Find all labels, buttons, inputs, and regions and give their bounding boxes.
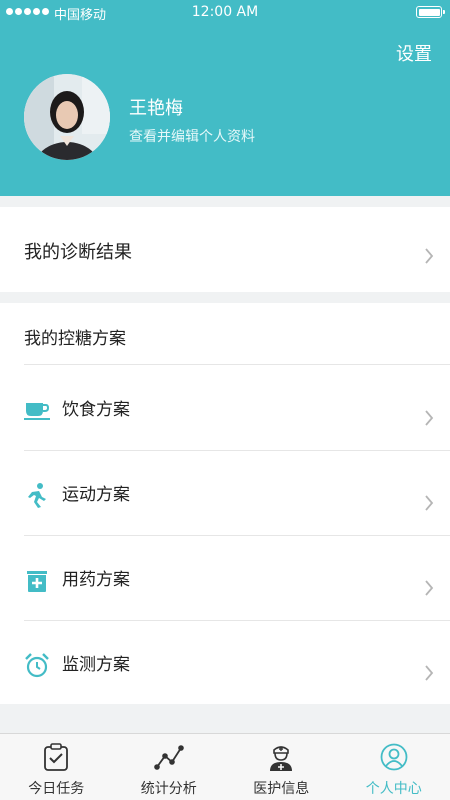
tab-medical-info[interactable]: 医护信息 <box>225 734 338 800</box>
plan-section-title: 我的控糖方案 <box>24 329 126 349</box>
profile-header: 中国移动 12:00 AM 设置 王艳梅 查看并编辑个人资料 <box>0 0 450 196</box>
diagnosis-card[interactable]: 我的诊断结果 <box>0 207 450 292</box>
tab-personal-center[interactable]: 个人中心 <box>338 734 450 800</box>
clipboard-check-icon <box>44 743 69 771</box>
plan-item-label: 饮食方案 <box>62 400 130 420</box>
plan-item-monitoring[interactable]: 监测方案 <box>0 620 450 705</box>
tab-label: 医护信息 <box>253 781 310 797</box>
running-icon <box>28 483 46 508</box>
nurse-icon <box>270 746 293 771</box>
tab-label: 个人中心 <box>365 781 422 797</box>
tab-today-tasks[interactable]: 今日任务 <box>0 734 113 800</box>
plan-item-diet[interactable]: 饮食方案 <box>0 365 450 450</box>
edit-profile-link[interactable]: 查看并编辑个人资料 <box>129 126 255 146</box>
plan-item-label: 监测方案 <box>62 655 130 675</box>
status-bar: 中国移动 12:00 AM <box>0 0 450 24</box>
chevron-right-icon <box>425 495 434 511</box>
tab-label: 今日任务 <box>28 781 85 797</box>
plan-item-label: 用药方案 <box>62 570 130 590</box>
line-chart-icon <box>153 745 184 770</box>
battery-icon <box>416 6 445 18</box>
alarm-clock-icon <box>25 653 49 678</box>
chevron-right-icon <box>425 665 434 681</box>
chevron-right-icon <box>425 248 434 264</box>
avatar[interactable] <box>24 74 110 160</box>
settings-button[interactable]: 设置 <box>396 40 432 66</box>
glucose-plan-card: 我的控糖方案 饮食方案 运动方案 用药方案 监测方案 <box>0 303 450 704</box>
plan-item-medicine[interactable]: 用药方案 <box>0 535 450 620</box>
avatar-photo <box>24 74 110 160</box>
status-time: 12:00 AM <box>191 4 259 20</box>
bottom-tab-bar: 今日任务 统计分析 医护信息 个人中心 <box>0 733 450 800</box>
user-circle-icon <box>380 743 408 771</box>
profile-name[interactable]: 王艳梅 <box>129 94 183 120</box>
chevron-right-icon <box>425 410 434 426</box>
coffee-cup-icon <box>24 403 50 420</box>
chevron-right-icon <box>425 580 434 596</box>
medicine-icon <box>27 571 47 592</box>
tab-label: 统计分析 <box>140 781 197 797</box>
plan-item-label: 运动方案 <box>62 485 130 505</box>
plan-item-exercise[interactable]: 运动方案 <box>0 450 450 535</box>
diagnosis-label: 我的诊断结果 <box>24 242 132 263</box>
tab-statistics[interactable]: 统计分析 <box>113 734 226 800</box>
